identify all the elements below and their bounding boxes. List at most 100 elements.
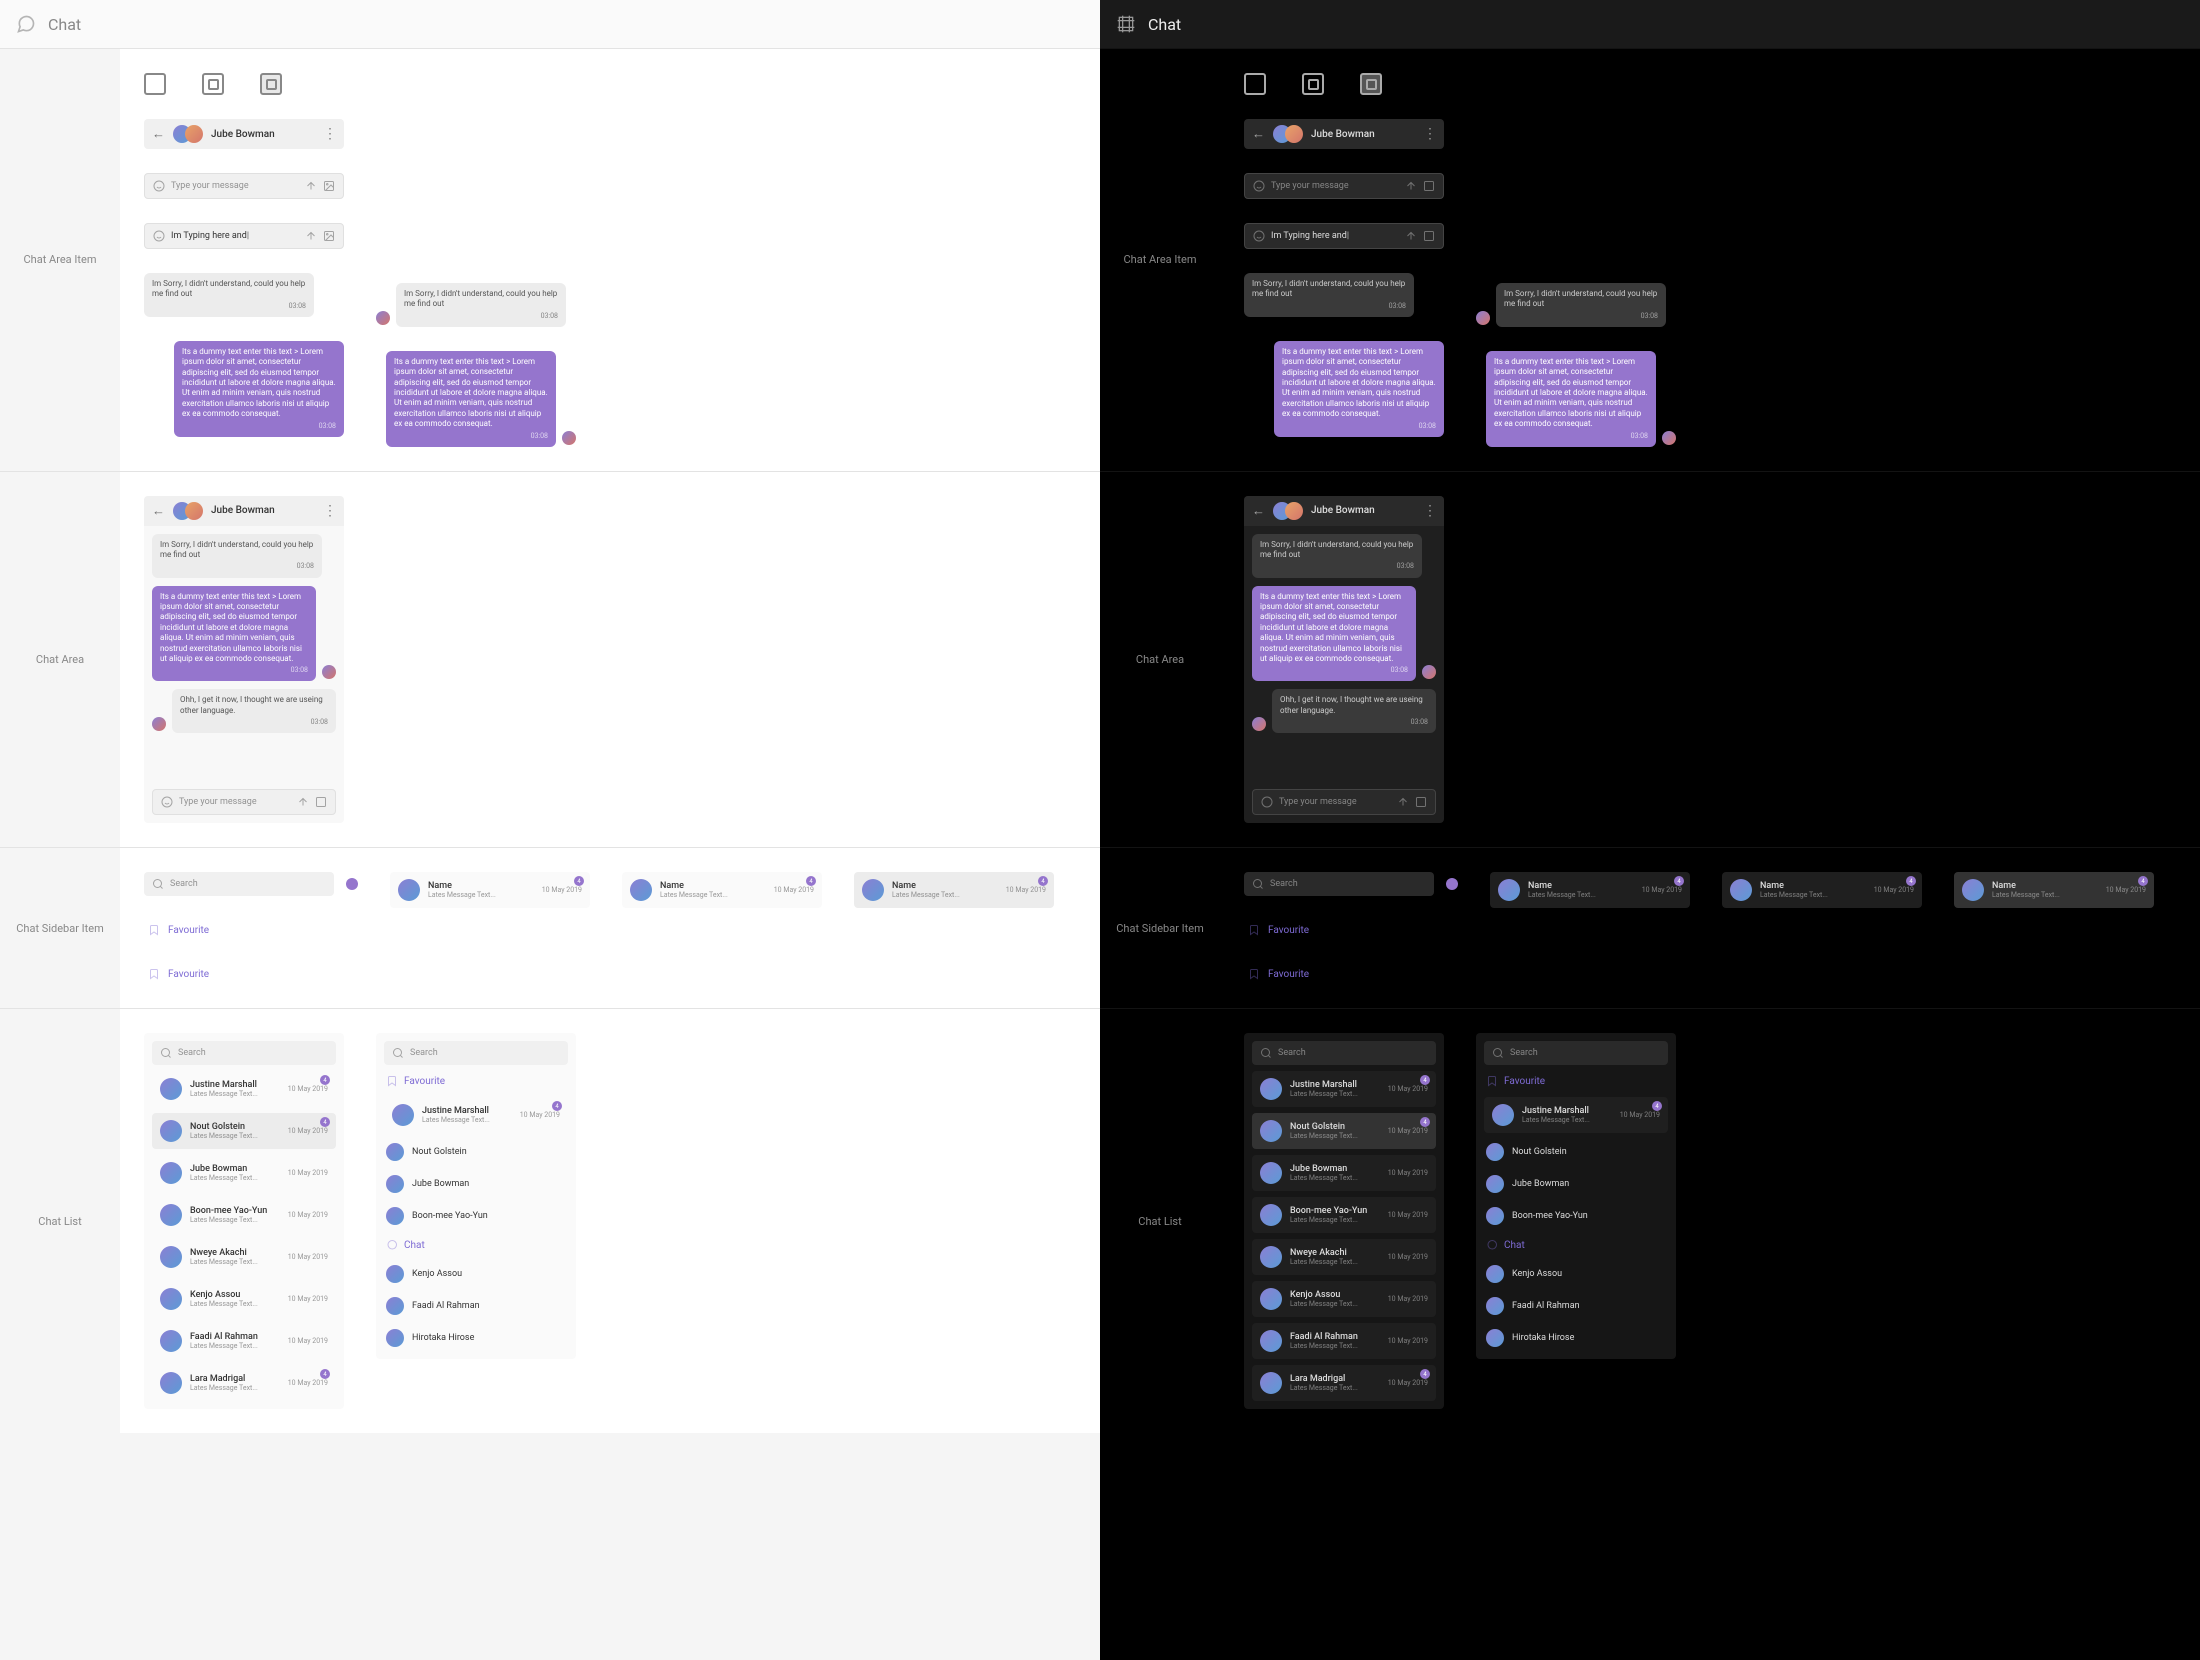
search-input[interactable]: Search — [144, 872, 334, 896]
simple-contact[interactable]: Nout Golstein — [1484, 1139, 1668, 1165]
contact-item[interactable]: Nout GolsteinLates Message Text...410 Ma… — [1252, 1113, 1436, 1149]
search-input[interactable]: Search — [1484, 1041, 1668, 1065]
simple-contact[interactable]: Boon-mee Yao-Yun — [384, 1203, 568, 1229]
list-section-header[interactable]: Chat — [384, 1235, 568, 1255]
more-icon[interactable]: ⋮ — [1423, 503, 1436, 519]
search-input[interactable]: Search — [384, 1041, 568, 1065]
message-input[interactable]: Type your message — [152, 789, 336, 815]
simple-contact[interactable]: Faadi Al Rahman — [384, 1293, 568, 1319]
more-icon[interactable]: ⋮ — [1423, 126, 1436, 142]
image-icon[interactable] — [1415, 796, 1427, 808]
contact-item-selected[interactable]: NameLates Message Text...410 May 2019 — [1954, 872, 2154, 908]
density-compact[interactable] — [1244, 73, 1266, 95]
favourite-header[interactable]: Favourite — [144, 964, 358, 984]
chat-list-panel-fav: Search Favourite Justine MarshallLates Mes… — [376, 1033, 576, 1359]
contact-item[interactable]: NameLates Message Text...410 May 2019 — [1722, 872, 1922, 908]
avatar — [392, 1104, 414, 1126]
search-input[interactable]: Search — [152, 1041, 336, 1065]
simple-contact[interactable]: Jube Bowman — [1484, 1171, 1668, 1197]
unread-badge: 4 — [1420, 1075, 1430, 1085]
contact-item[interactable]: Jube BowmanLates Message Text...10 May 2… — [152, 1155, 336, 1191]
density-medium[interactable] — [202, 73, 224, 95]
contact-item[interactable]: Justine MarshallLates Message Text...410… — [384, 1097, 568, 1133]
contact-item[interactable]: Faadi Al RahmanLates Message Text...10 M… — [152, 1323, 336, 1359]
back-icon[interactable]: ← — [152, 126, 165, 142]
message-input[interactable]: Type your message — [1252, 789, 1436, 815]
image-icon[interactable] — [315, 796, 327, 808]
more-icon[interactable]: ⋮ — [323, 503, 336, 519]
list-section-header[interactable]: Favourite — [384, 1071, 568, 1091]
search-input[interactable]: Search — [1244, 872, 1434, 896]
simple-contact[interactable]: Kenjo Assou — [1484, 1261, 1668, 1287]
image-icon[interactable] — [323, 230, 335, 242]
message-input-typing[interactable]: Im Typing here and — [144, 223, 344, 249]
favourite-header[interactable]: Favourite — [1244, 920, 1458, 940]
back-icon[interactable]: ← — [1252, 126, 1265, 142]
contact-item[interactable]: Jube BowmanLates Message Text...10 May 2… — [1252, 1155, 1436, 1191]
frame-icon — [1116, 14, 1136, 34]
attach-icon[interactable] — [297, 796, 309, 808]
emoji-icon[interactable] — [1253, 180, 1265, 192]
back-icon[interactable]: ← — [152, 503, 165, 519]
emoji-icon[interactable] — [1261, 796, 1273, 808]
favourite-header[interactable]: Favourite — [1244, 964, 1458, 984]
avatar — [160, 1204, 182, 1226]
message-input-typing[interactable]: Im Typing here and — [1244, 223, 1444, 249]
simple-contact[interactable]: Jube Bowman — [384, 1171, 568, 1197]
simple-contact[interactable]: Boon-mee Yao-Yun — [1484, 1203, 1668, 1229]
back-icon[interactable]: ← — [1252, 503, 1265, 519]
more-icon[interactable]: ⋮ — [323, 126, 336, 142]
section-label: Chat Sidebar Item — [0, 848, 120, 1008]
density-large[interactable] — [260, 73, 282, 95]
contact-item[interactable]: Boon-mee Yao-YunLates Message Text...10 … — [152, 1197, 336, 1233]
density-medium[interactable] — [1302, 73, 1324, 95]
attach-icon[interactable] — [305, 230, 317, 242]
contact-item[interactable]: Boon-mee Yao-YunLates Message Text...10 … — [1252, 1197, 1436, 1233]
avatar — [1260, 1288, 1282, 1310]
image-icon[interactable] — [1423, 230, 1435, 242]
unread-badge: 4 — [320, 1117, 330, 1127]
favourite-header[interactable]: Favourite — [144, 920, 358, 940]
contact-item[interactable]: NameLates Message Text... 4 10 May 2019 — [390, 872, 590, 908]
contact-item[interactable]: Kenjo AssouLates Message Text...10 May 2… — [152, 1281, 336, 1317]
list-section-header[interactable]: Chat — [1484, 1235, 1668, 1255]
message-input-empty[interactable]: Type your message — [1244, 173, 1444, 199]
attach-icon[interactable] — [1405, 180, 1417, 192]
attach-icon[interactable] — [305, 180, 317, 192]
simple-contact[interactable]: Hirotaka Hirose — [1484, 1325, 1668, 1351]
emoji-icon[interactable] — [161, 796, 173, 808]
contact-item[interactable]: Justine MarshallLates Message Text...410… — [1484, 1097, 1668, 1133]
search-input[interactable]: Search — [1252, 1041, 1436, 1065]
avatar — [1260, 1162, 1282, 1184]
contact-item[interactable]: Faadi Al RahmanLates Message Text...10 M… — [1252, 1323, 1436, 1359]
contact-item[interactable]: Nweye AkachiLates Message Text...10 May … — [152, 1239, 336, 1275]
contact-item[interactable]: Kenjo AssouLates Message Text...10 May 2… — [1252, 1281, 1436, 1317]
density-compact[interactable] — [144, 73, 166, 95]
contact-item[interactable]: Lara MadrigalLates Message Text...410 Ma… — [1252, 1365, 1436, 1401]
bookmark-icon — [1248, 968, 1260, 980]
message-input-empty[interactable]: Type your message — [144, 173, 344, 199]
attach-icon[interactable] — [1397, 796, 1409, 808]
simple-contact[interactable]: Kenjo Assou — [384, 1261, 568, 1287]
image-icon[interactable] — [1423, 180, 1435, 192]
emoji-icon[interactable] — [153, 230, 165, 242]
section-chat-sidebar-item: Chat Sidebar Item Search Favourite Favou… — [1100, 847, 2200, 1008]
list-section-header[interactable]: Favourite — [1484, 1071, 1668, 1091]
simple-contact[interactable]: Nout Golstein — [384, 1139, 568, 1165]
contact-item[interactable]: NameLates Message Text...410 May 2019 — [1490, 872, 1690, 908]
image-icon[interactable] — [323, 180, 335, 192]
avatar — [1492, 1104, 1514, 1126]
contact-item[interactable]: Nout GolsteinLates Message Text...410 Ma… — [152, 1113, 336, 1149]
contact-item[interactable]: NameLates Message Text... 4 10 May 2019 — [622, 872, 822, 908]
contact-item[interactable]: Nweye AkachiLates Message Text...10 May … — [1252, 1239, 1436, 1275]
attach-icon[interactable] — [1405, 230, 1417, 242]
contact-item[interactable]: Justine MarshallLates Message Text...410… — [152, 1071, 336, 1107]
contact-item-selected[interactable]: NameLates Message Text... 4 10 May 2019 — [854, 872, 1054, 908]
contact-item[interactable]: Lara MadrigalLates Message Text...410 Ma… — [152, 1365, 336, 1401]
density-large[interactable] — [1360, 73, 1382, 95]
simple-contact[interactable]: Hirotaka Hirose — [384, 1325, 568, 1351]
contact-item[interactable]: Justine MarshallLates Message Text...410… — [1252, 1071, 1436, 1107]
emoji-icon[interactable] — [1253, 230, 1265, 242]
simple-contact[interactable]: Faadi Al Rahman — [1484, 1293, 1668, 1319]
emoji-icon[interactable] — [153, 180, 165, 192]
